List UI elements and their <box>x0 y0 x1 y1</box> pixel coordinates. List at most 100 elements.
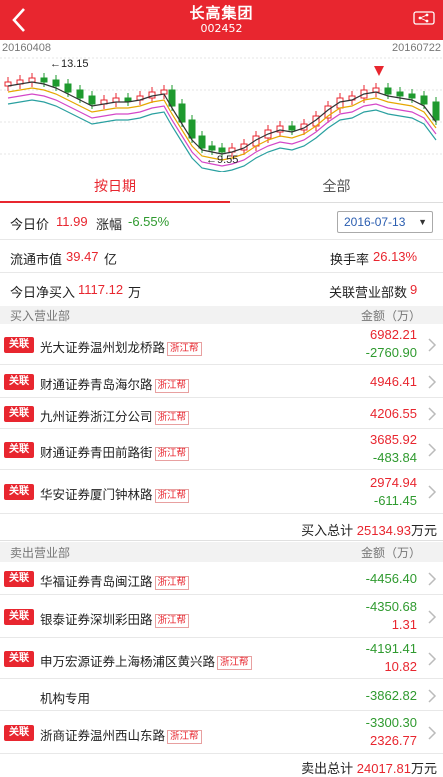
dept-count-value: 9 <box>410 282 418 297</box>
candle-body <box>76 89 84 99</box>
caret-down-icon: ▼ <box>418 217 427 227</box>
net-buy-label: 今日净买入 <box>10 285 76 300</box>
sell-row[interactable]: 机构专用 -3862.82 <box>0 680 443 711</box>
buy-amount: 4946.41 <box>370 374 417 389</box>
buy-total-unit: 万元 <box>410 523 437 538</box>
price-value: 11.99 <box>56 214 88 229</box>
tab-all[interactable]: 全部 <box>230 173 443 203</box>
sell-amount: -4191.41 <box>365 641 417 656</box>
chevron-right-icon <box>428 726 437 740</box>
buy-row[interactable]: 关联 财通证券青岛海尔路 浙江帮 4946.41 <box>0 366 443 398</box>
candle-body <box>124 97 132 102</box>
sell-section-header: 卖出营业部 金额（万） <box>0 542 443 562</box>
trader-name: 华福证券青岛闽江路 浙江帮 <box>40 571 190 590</box>
date-select[interactable]: 2016-07-13 ▼ <box>337 211 433 233</box>
sell-row[interactable]: 关联 浙商证券温州西山东路 浙江帮 -3300.30 2326.77 <box>0 712 443 754</box>
trader-name: 光大证券温州划龙桥路 浙江帮 <box>40 337 202 356</box>
sell-row[interactable]: 关联 申万宏源证券上海杨浦区黄兴路 浙江帮 -4191.41 10.82 <box>0 639 443 679</box>
related-badge: 关联 <box>4 571 34 587</box>
related-badge: 关联 <box>4 484 34 500</box>
candle-body <box>218 147 226 153</box>
buy-row[interactable]: 关联 财通证券青田前路街 浙江帮 3685.92 -483.84 <box>0 430 443 470</box>
chevron-right-icon <box>428 485 437 499</box>
region-tag: 浙江帮 <box>167 342 202 356</box>
sell-row[interactable]: 关联 华福证券青岛闽江路 浙江帮 -4456.40 <box>0 563 443 595</box>
region-tag: 浙江帮 <box>154 447 190 461</box>
kline-svg: ←13.15 ←9.55 <box>0 57 443 173</box>
selected-day-arrow-icon <box>374 66 384 76</box>
tab-bar: 按日期 全部 <box>0 173 443 203</box>
buy-section-title: 买入营业部 <box>10 309 71 323</box>
buy-row[interactable]: 关联 光大证券温州划龙桥路 浙江帮 6982.21 -2760.90 <box>0 324 443 365</box>
sell-total-label: 卖出总计 <box>301 761 354 776</box>
net-buy-row: 今日净买入 1117.12 万 关联营业部数 9 <box>0 274 443 306</box>
sell-amount-header: 金额（万） <box>360 546 421 560</box>
chart-end-date: 20160722 <box>392 42 441 54</box>
related-badge: 关联 <box>4 337 34 353</box>
region-tag: 浙江帮 <box>154 614 190 628</box>
turnover-value: 26.13% <box>373 249 418 264</box>
trader-name: 浙商证券温州西山东路 浙江帮 <box>40 725 202 744</box>
trader-name-text: 财通证券青岛海尔路 <box>40 378 153 392</box>
candle-body <box>288 125 296 131</box>
region-tag: 浙江帮 <box>154 576 190 590</box>
trader-name-text: 申万宏源证券上海杨浦区黄兴路 <box>40 655 216 669</box>
chart-start-date: 20160408 <box>2 42 51 54</box>
region-tag: 浙江帮 <box>217 656 252 670</box>
candle-body <box>432 101 440 121</box>
page-title: 长高集团 <box>189 4 254 22</box>
chevron-right-icon <box>428 652 437 666</box>
market-cap-label: 流通市值 <box>10 252 63 267</box>
region-tag: 浙江帮 <box>154 411 190 425</box>
price-label: 今日价 <box>10 217 50 232</box>
buy-amount: 3685.92 <box>370 432 417 447</box>
related-badge: 关联 <box>4 651 34 667</box>
buy-amount-header: 金额（万） <box>360 309 421 323</box>
market-cap-unit: 亿 <box>104 252 118 267</box>
candle-body <box>396 91 404 97</box>
related-badge: 关联 <box>4 442 34 458</box>
chevron-right-icon <box>428 375 437 389</box>
region-tag: 浙江帮 <box>154 379 190 393</box>
buy-total: 买入总计 25134.93万元 <box>301 520 437 539</box>
buy-amount: 6982.21 <box>370 327 417 342</box>
trader-name: 机构专用 <box>40 692 91 706</box>
net-buy-unit: 万 <box>128 285 142 300</box>
candle-body <box>88 95 96 105</box>
tab-by-date[interactable]: 按日期 <box>0 173 230 203</box>
trader-name-text: 华福证券青岛闽江路 <box>40 575 153 589</box>
trader-name: 华安证券厦门钟林路 浙江帮 <box>40 484 190 503</box>
related-badge: 关联 <box>4 374 34 390</box>
stock-code: 002452 <box>200 22 243 35</box>
sell-total-row: 卖出总计 24017.81万元 <box>0 755 443 777</box>
sell-amount: -4350.68 <box>365 599 417 614</box>
trader-name-text: 九州证券浙江分公司 <box>40 410 153 424</box>
related-badge: 关联 <box>4 725 34 741</box>
sell-amount: -2760.90 <box>365 345 417 360</box>
share-icon[interactable] <box>413 10 435 26</box>
low-price-label: ←9.55 <box>206 154 238 166</box>
buy-amount: 2974.94 <box>370 475 417 490</box>
change-label: 涨幅 <box>96 217 123 232</box>
buy-row[interactable]: 关联 华安证券厦门钟林路 浙江帮 2974.94 -611.45 <box>0 471 443 514</box>
candle-body <box>188 119 196 139</box>
chevron-right-icon <box>428 572 437 586</box>
sell-row[interactable]: 关联 银泰证券深圳彩田路 浙江帮 -4350.68 1.31 <box>0 596 443 638</box>
related-badge: 关联 <box>4 609 34 625</box>
candle-body <box>420 95 428 105</box>
chevron-right-icon <box>428 610 437 624</box>
app-header: 长高集团 002452 <box>0 0 443 40</box>
net-buy-value: 1117.12 <box>78 282 124 297</box>
buy-total-row: 买入总计 25134.93万元 <box>0 515 443 541</box>
date-select-value: 2016-07-13 <box>344 215 406 229</box>
trader-name: 九州证券浙江分公司 浙江帮 <box>40 406 190 425</box>
dept-count-label: 关联营业部数 <box>329 285 408 300</box>
sell-total-unit: 万元 <box>410 761 437 776</box>
region-tag: 浙江帮 <box>154 489 190 503</box>
buy-row[interactable]: 关联 九州证券浙江分公司 浙江帮 4206.55 <box>0 399 443 429</box>
related-badge: 关联 <box>4 406 34 422</box>
buy-amount: 2326.77 <box>370 733 417 748</box>
trader-name: 申万宏源证券上海杨浦区黄兴路 浙江帮 <box>40 651 252 670</box>
chevron-right-icon <box>428 689 437 703</box>
sell-total: 卖出总计 24017.81万元 <box>301 758 437 777</box>
